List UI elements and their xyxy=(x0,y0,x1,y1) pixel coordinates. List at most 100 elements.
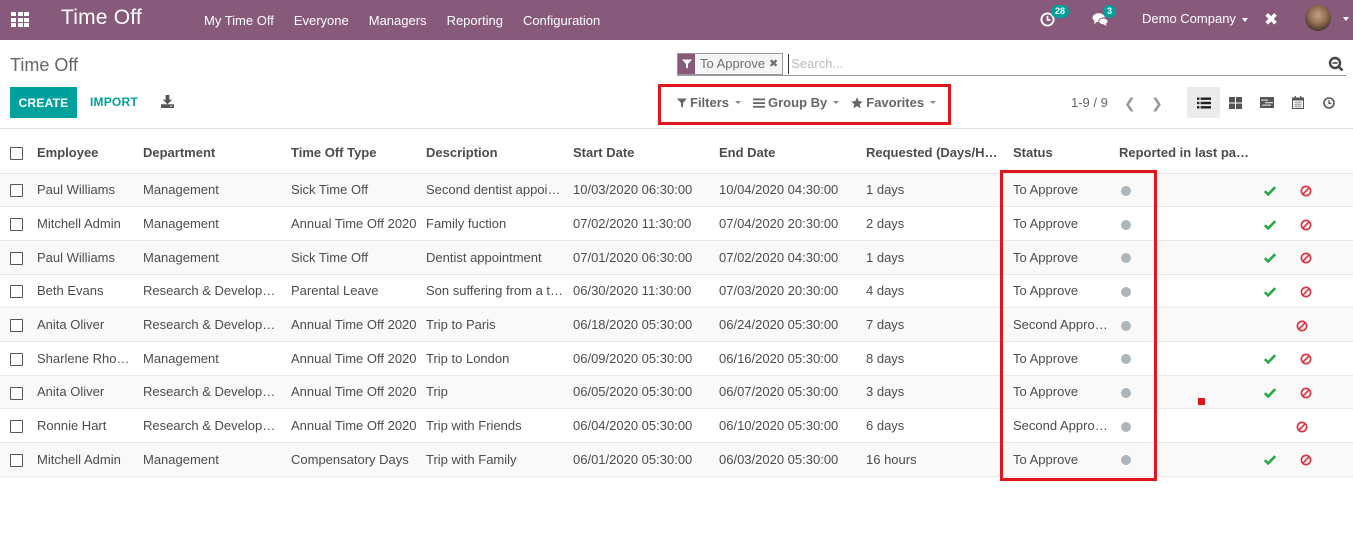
refuse-icon[interactable] xyxy=(1300,252,1312,264)
header-end-date[interactable]: End Date xyxy=(715,133,862,173)
table-row[interactable]: Ronnie Hart Research & Developm… Annual Ti… xyxy=(0,408,1353,443)
groupby-dropdown[interactable]: Group By xyxy=(753,95,840,110)
activity-button[interactable]: 28 xyxy=(1040,5,1070,27)
cell-time-off-type: Parental Leave xyxy=(287,273,422,308)
filter-icon xyxy=(678,53,695,74)
status-dot-icon xyxy=(1121,253,1131,264)
cell-time-off-type: Annual Time Off 2020 xyxy=(287,307,422,342)
header-requested[interactable]: Requested (Days/Hou… xyxy=(862,133,1009,173)
header-reported-last-payslip[interactable]: Reported in last pay… xyxy=(1115,133,1258,173)
table-row[interactable]: Anita Oliver Research & Developm… Annual T… xyxy=(0,307,1353,342)
cell-time-off-type: Annual Time Off 2020 xyxy=(287,206,422,241)
cell-employee: Beth Evans xyxy=(33,273,139,308)
pager-previous-button[interactable]: ❮ xyxy=(1124,95,1136,112)
cell-employee: Anita Oliver xyxy=(33,374,139,409)
user-avatar[interactable] xyxy=(1305,5,1331,31)
debug-tools-icon[interactable]: ✖ xyxy=(1264,11,1278,28)
search-icon[interactable] xyxy=(1328,56,1344,72)
header-status[interactable]: Status xyxy=(1009,133,1115,173)
approve-check-icon[interactable] xyxy=(1264,219,1276,230)
row-checkbox[interactable] xyxy=(10,386,23,400)
approve-check-icon[interactable] xyxy=(1264,455,1276,466)
cell-requested: 8 days xyxy=(862,340,1009,376)
row-checkbox[interactable] xyxy=(10,420,23,434)
menu-reporting[interactable]: Reporting xyxy=(437,13,513,28)
red-marker xyxy=(1198,398,1205,405)
row-select-cell xyxy=(0,340,33,376)
refuse-cell xyxy=(1293,273,1353,308)
download-icon[interactable] xyxy=(161,95,174,108)
pager-value[interactable]: 1-9 / 9 xyxy=(1071,95,1108,110)
row-checkbox[interactable] xyxy=(10,352,23,366)
refuse-cell xyxy=(1293,239,1353,275)
select-all-checkbox[interactable] xyxy=(10,147,23,161)
apps-menu-icon[interactable] xyxy=(11,12,29,27)
refuse-icon[interactable] xyxy=(1300,454,1312,466)
row-checkbox[interactable] xyxy=(10,285,23,299)
refuse-icon[interactable] xyxy=(1300,387,1312,399)
cell-end-date: 07/02/2020 04:30:00 xyxy=(715,239,862,275)
row-checkbox[interactable] xyxy=(10,218,23,232)
view-calendar-button[interactable] xyxy=(1281,87,1314,118)
cell-time-off-type: Sick Time Off xyxy=(287,239,422,275)
import-button[interactable]: IMPORT xyxy=(90,95,138,109)
refuse-icon[interactable] xyxy=(1300,353,1312,365)
table-row[interactable]: Paul Williams Management Sick Time Off Seco… xyxy=(0,172,1353,207)
facet-remove-icon[interactable]: ✖ xyxy=(769,57,782,70)
header-start-date[interactable]: Start Date xyxy=(569,133,715,173)
messages-button[interactable]: 3 xyxy=(1092,5,1117,27)
pager-next-button[interactable]: ❯ xyxy=(1151,95,1163,112)
menu-my-time-off[interactable]: My Time Off xyxy=(194,13,284,28)
cell-description: Trip with Family xyxy=(422,442,569,477)
cell-start-date: 10/03/2020 06:30:00 xyxy=(569,172,715,207)
menu-everyone[interactable]: Everyone xyxy=(284,13,359,28)
refuse-icon[interactable] xyxy=(1296,320,1308,332)
table-row[interactable]: Paul Williams Management Sick Time Off Dent… xyxy=(0,239,1353,275)
row-checkbox[interactable] xyxy=(10,319,23,333)
user-menu-caret-icon[interactable] xyxy=(1343,17,1349,21)
refuse-icon[interactable] xyxy=(1296,421,1308,433)
filters-dropdown[interactable]: Filters xyxy=(677,95,742,110)
app-title: Time Off xyxy=(61,6,142,29)
view-gantt-button[interactable] xyxy=(1250,87,1283,118)
header-department[interactable]: Department xyxy=(139,133,287,173)
create-button[interactable]: CREATE xyxy=(10,87,77,118)
cell-department: Management xyxy=(139,172,287,207)
cell-time-off-type: Annual Time Off 2020 xyxy=(287,374,422,409)
cell-description: Trip to London xyxy=(422,340,569,376)
header-employee[interactable]: Employee xyxy=(33,133,139,173)
row-checkbox[interactable] xyxy=(10,184,23,198)
refuse-icon[interactable] xyxy=(1300,185,1312,197)
row-checkbox[interactable] xyxy=(10,453,23,467)
header-time-off-type[interactable]: Time Off Type xyxy=(287,133,422,173)
menu-managers[interactable]: Managers xyxy=(359,13,437,28)
table-row[interactable]: Beth Evans Research & Developm… Parental L… xyxy=(0,273,1353,308)
view-list-button[interactable] xyxy=(1187,87,1220,118)
company-switcher[interactable]: Demo Company xyxy=(1142,11,1248,26)
approve-check-icon[interactable] xyxy=(1264,186,1276,196)
favorites-dropdown[interactable]: Favorites xyxy=(851,95,937,110)
table-row[interactable]: Mitchell Admin Management Compensatory Day… xyxy=(0,442,1353,477)
cell-start-date: 06/09/2020 05:30:00 xyxy=(569,340,715,376)
refuse-icon[interactable] xyxy=(1300,286,1312,298)
refuse-icon[interactable] xyxy=(1300,219,1312,231)
approve-check-icon[interactable] xyxy=(1264,287,1276,297)
approve-check-icon[interactable] xyxy=(1264,388,1276,399)
table-row[interactable]: Mitchell Admin Management Annual Time Off … xyxy=(0,206,1353,241)
menu-configuration[interactable]: Configuration xyxy=(513,13,610,28)
table-row[interactable]: Anita Oliver Research & Developm… Annual T… xyxy=(0,374,1353,409)
cell-requested: 7 days xyxy=(862,307,1009,342)
cell-requested: 16 hours xyxy=(862,442,1009,477)
approve-check-icon[interactable] xyxy=(1264,354,1276,365)
cell-start-date: 07/01/2020 06:30:00 xyxy=(569,239,715,275)
header-description[interactable]: Description xyxy=(422,133,569,173)
search-input[interactable] xyxy=(788,53,1346,74)
caret-down-icon xyxy=(930,101,937,104)
cell-end-date: 06/24/2020 05:30:00 xyxy=(715,307,862,342)
view-kanban-button[interactable] xyxy=(1219,87,1252,118)
view-activity-button[interactable] xyxy=(1312,87,1345,118)
approve-check-icon[interactable] xyxy=(1264,253,1276,264)
gantt-view-icon xyxy=(1259,97,1274,108)
table-row[interactable]: Sharlene Rhodes Management Annual Time Off… xyxy=(0,340,1353,376)
row-checkbox[interactable] xyxy=(10,251,23,265)
